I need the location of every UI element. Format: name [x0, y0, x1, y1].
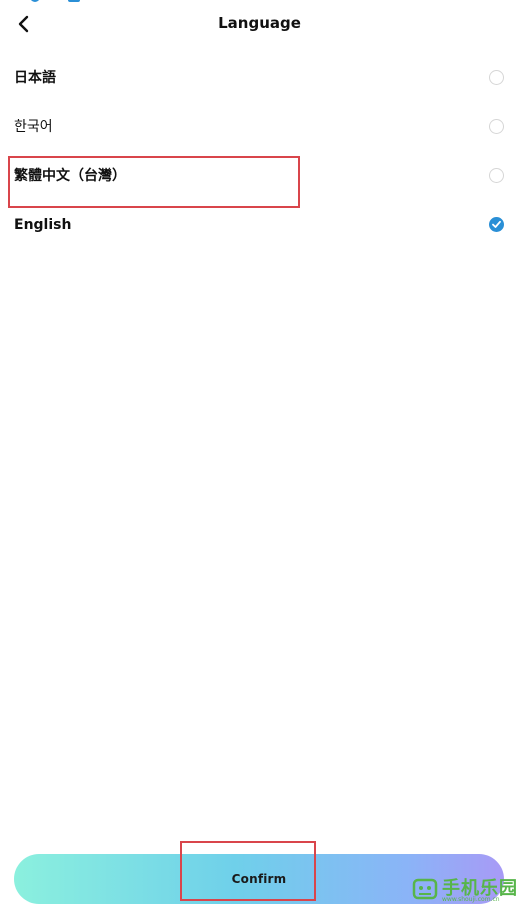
radio-unchecked-icon[interactable] [489, 168, 504, 183]
radio-unchecked-icon[interactable] [489, 70, 504, 85]
language-label: 繁體中文（台灣） [14, 168, 126, 184]
header: Language [0, 0, 519, 50]
confirm-label: Confirm [231, 872, 287, 886]
language-label: English [14, 217, 72, 233]
language-label: 한국어 [14, 119, 53, 135]
checkmark-icon [492, 220, 501, 228]
radio-unchecked-icon[interactable] [489, 119, 504, 134]
language-item-japanese[interactable]: 日本語 [0, 54, 519, 103]
page-title: Language [218, 14, 301, 32]
language-item-korean[interactable]: 한국어 [0, 103, 519, 152]
language-list: 日本語 한국어 繁體中文（台灣） English [0, 54, 519, 250]
language-item-traditional-chinese[interactable]: 繁體中文（台灣） [0, 152, 519, 201]
radio-checked-icon[interactable] [489, 217, 504, 232]
language-label: 日本語 [14, 70, 56, 86]
watermark-subtext: www.shouji.com.cn [442, 896, 500, 903]
watermark-logo-icon [412, 878, 438, 900]
language-item-english[interactable]: English [0, 201, 519, 250]
watermark: 手机乐园 www.shouji.com.cn [408, 872, 517, 908]
